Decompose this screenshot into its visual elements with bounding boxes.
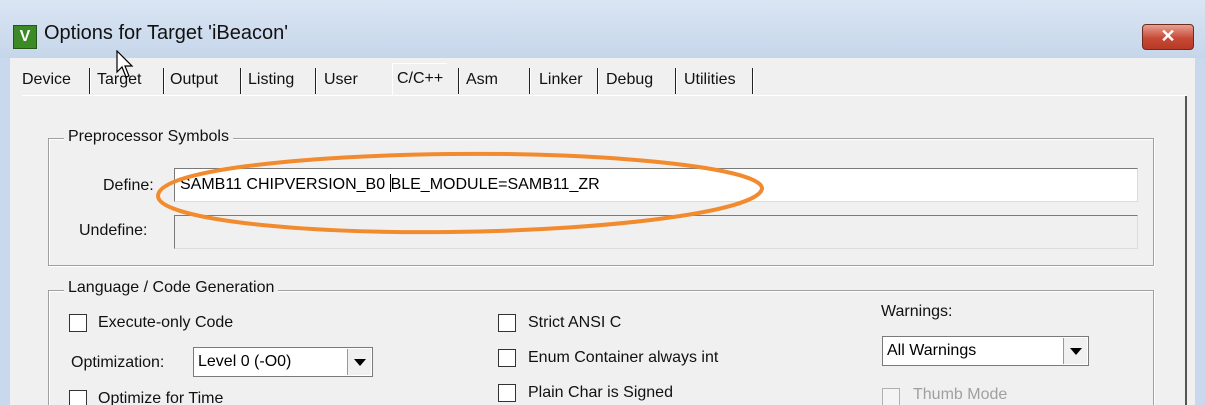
keil-app-icon: V bbox=[13, 25, 37, 49]
tab-utilities[interactable]: Utilities bbox=[684, 66, 736, 94]
optimization-label: Optimization: bbox=[71, 354, 165, 371]
window-title: Options for Target 'iBeacon' bbox=[44, 22, 289, 44]
tab-baseline bbox=[22, 95, 1187, 96]
tab-asm[interactable]: Asm bbox=[466, 66, 498, 94]
mouse-pointer-icon bbox=[116, 50, 134, 78]
tab-c-cpp[interactable]: C/C++ bbox=[392, 63, 448, 96]
options-dialog: V Options for Target 'iBeacon' ✕ Device … bbox=[0, 0, 1205, 405]
close-button[interactable]: ✕ bbox=[1142, 24, 1194, 50]
tab-separator bbox=[89, 68, 91, 94]
tab-separator bbox=[597, 68, 599, 94]
tab-linker[interactable]: Linker bbox=[539, 66, 583, 94]
optimize-for-time-label: Optimize for Time bbox=[98, 390, 224, 405]
highlight-ellipse-annotation bbox=[155, 151, 765, 235]
chevron-down-icon[interactable] bbox=[347, 349, 371, 375]
tab-listing[interactable]: Listing bbox=[248, 66, 294, 94]
enum-container-checkbox[interactable] bbox=[498, 349, 516, 367]
tab-separator bbox=[315, 68, 317, 94]
warnings-label: Warnings: bbox=[881, 303, 953, 320]
title-bar[interactable]: V Options for Target 'iBeacon' ✕ bbox=[0, 0, 1205, 58]
execute-only-checkbox[interactable] bbox=[69, 314, 87, 332]
highlight-ellipse-stroke bbox=[155, 151, 765, 235]
strict-ansi-checkbox[interactable] bbox=[498, 314, 516, 332]
tab-user[interactable]: User bbox=[324, 66, 358, 94]
enum-container-label: Enum Container always int bbox=[528, 349, 719, 366]
define-label: Define: bbox=[103, 177, 154, 194]
optimize-for-time-checkbox[interactable] bbox=[69, 390, 87, 405]
tab-separator bbox=[163, 68, 165, 94]
plain-char-signed-checkbox[interactable] bbox=[498, 384, 516, 402]
warnings-selected-value: All Warnings bbox=[887, 342, 977, 359]
language-code-generation-legend: Language / Code Generation bbox=[64, 279, 279, 297]
chevron-down-icon[interactable] bbox=[1063, 338, 1087, 364]
optimization-select[interactable]: Level 0 (-O0) bbox=[193, 347, 373, 377]
tab-separator bbox=[458, 68, 460, 94]
preprocessor-symbols-legend: Preprocessor Symbols bbox=[64, 128, 233, 146]
thumb-mode-checkbox[interactable] bbox=[882, 388, 900, 405]
optimization-selected-value: Level 0 (-O0) bbox=[198, 353, 292, 370]
tab-debug[interactable]: Debug bbox=[606, 66, 653, 94]
undefine-label: Undefine: bbox=[79, 222, 148, 239]
tab-output[interactable]: Output bbox=[170, 66, 218, 94]
warnings-select[interactable]: All Warnings bbox=[882, 336, 1089, 366]
panel-right-border bbox=[1185, 96, 1187, 405]
tab-device[interactable]: Device bbox=[22, 66, 71, 94]
tab-separator bbox=[529, 68, 531, 94]
tab-separator bbox=[675, 68, 677, 94]
execute-only-label: Execute-only Code bbox=[98, 314, 234, 331]
plain-char-signed-label: Plain Char is Signed bbox=[528, 384, 673, 401]
thumb-mode-label: Thumb Mode bbox=[913, 386, 1008, 403]
strict-ansi-label: Strict ANSI C bbox=[528, 314, 622, 331]
tab-separator bbox=[752, 68, 754, 94]
tab-separator bbox=[240, 68, 242, 94]
